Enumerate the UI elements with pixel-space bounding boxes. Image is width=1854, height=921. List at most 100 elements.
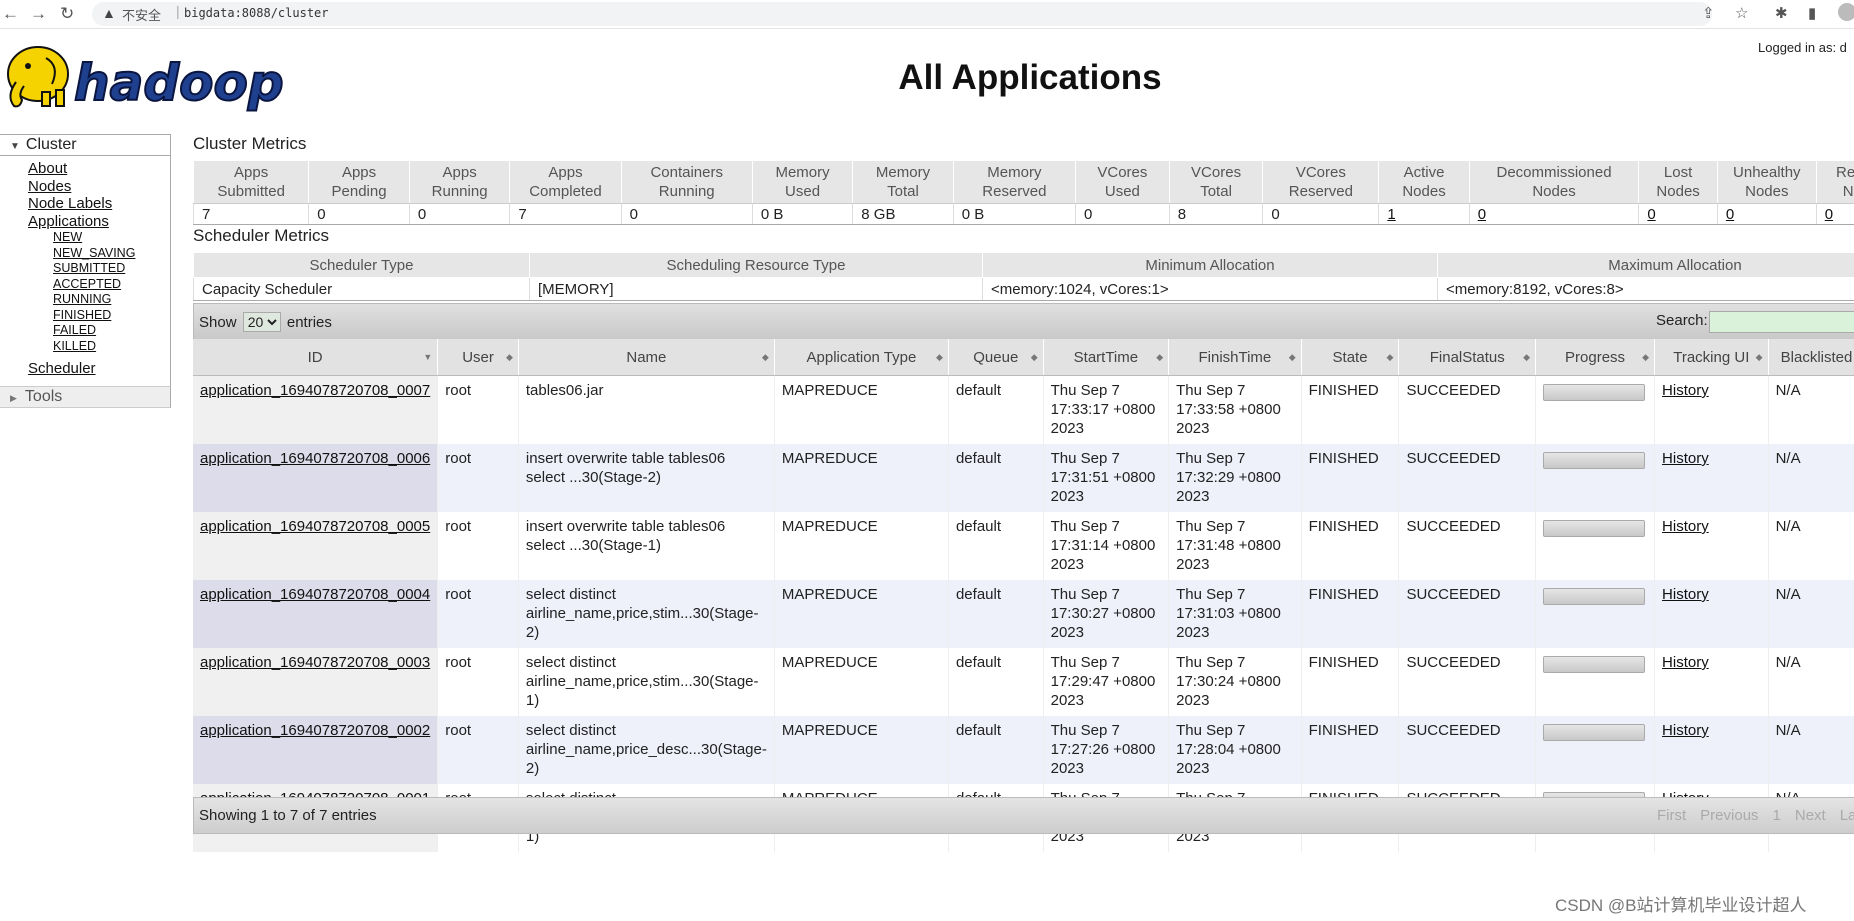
resource-type-value: [MEMORY]	[529, 277, 983, 301]
cluster-label: Cluster	[25, 136, 77, 153]
col-scheduling-resource-type: Scheduling Resource Type	[529, 252, 983, 278]
metric-link[interactable]: 0	[1478, 206, 1486, 223]
star-icon[interactable]: ☆	[1735, 4, 1748, 22]
application-id-link[interactable]: application_1694078720708_0002	[200, 722, 430, 739]
sort-icon[interactable]: ▼	[423, 352, 432, 362]
share-icon[interactable]: ⇪	[1702, 4, 1715, 22]
sidebar-cluster-header[interactable]: ▼ Cluster	[0, 134, 171, 156]
sidebar-tools-header[interactable]: ▶ Tools	[0, 385, 171, 408]
entries-length-control: Show 20 entries	[199, 312, 332, 332]
cell-state: FINISHED	[1301, 375, 1400, 444]
col-blacklisted-nodes[interactable]: Blacklisted Nodes	[1768, 339, 1854, 376]
cell-progress	[1535, 648, 1656, 716]
metric-header-line1: Apps	[442, 164, 477, 181]
state-link-accepted[interactable]: ACCEPTED	[53, 277, 170, 293]
page-first[interactable]: First	[1657, 807, 1686, 824]
state-link-killed[interactable]: KILLED	[53, 339, 170, 355]
sidebar-item-scheduler[interactable]: Scheduler	[28, 360, 170, 380]
state-link-finished[interactable]: FINISHED	[53, 308, 170, 324]
profile-icon[interactable]	[1838, 3, 1854, 21]
col-state[interactable]: State ◆	[1301, 339, 1400, 376]
show-label: Show	[199, 314, 237, 331]
metric-link[interactable]: 0	[1726, 206, 1734, 223]
sort-icon[interactable]: ◆	[1523, 352, 1530, 363]
address-bar[interactable]	[92, 2, 1712, 26]
page-last[interactable]: La	[1840, 807, 1854, 824]
sort-icon[interactable]: ◆	[1031, 352, 1038, 363]
col-progress[interactable]: Progress ◆	[1535, 339, 1656, 376]
cell-id: application_1694078720708_0004	[193, 580, 439, 648]
history-link[interactable]: History	[1662, 722, 1709, 739]
col-queue[interactable]: Queue ◆	[948, 339, 1044, 376]
sidepanel-icon[interactable]: ▮	[1808, 4, 1816, 22]
history-link[interactable]: History	[1662, 518, 1709, 535]
cell-id: application_1694078720708_0006	[193, 444, 439, 512]
application-id-link[interactable]: application_1694078720708_0005	[200, 518, 430, 535]
sort-icon[interactable]: ◆	[1756, 352, 1763, 363]
history-link[interactable]: History	[1662, 654, 1709, 671]
sort-icon[interactable]: ◆	[506, 352, 513, 363]
col-final-status[interactable]: FinalStatus ◆	[1398, 339, 1537, 376]
sort-icon[interactable]: ◆	[1642, 352, 1649, 363]
metric-header-line1: Apps	[548, 164, 583, 181]
sort-icon[interactable]: ◆	[762, 352, 769, 363]
col-finish-time[interactable]: FinishTime ◆	[1168, 339, 1302, 376]
extensions-icon[interactable]: ✱	[1775, 4, 1788, 22]
state-link-running[interactable]: RUNNING	[53, 292, 170, 308]
sidebar-item-about[interactable]: About	[28, 160, 170, 178]
page-title: All Applications	[898, 58, 1162, 97]
cell-type: MAPREDUCE	[774, 375, 949, 444]
entries-select[interactable]: 20	[242, 312, 281, 332]
cell-queue: default	[948, 580, 1044, 648]
col-start-time[interactable]: StartTime ◆	[1043, 339, 1170, 376]
application-id-link[interactable]: application_1694078720708_0007	[200, 382, 430, 399]
page-1[interactable]: 1	[1773, 807, 1781, 824]
cell-final: SUCCEEDED	[1398, 716, 1537, 784]
metric-header: Decommissioned Nodes	[1468, 160, 1640, 204]
forward-icon[interactable]: →	[30, 4, 47, 24]
col-name[interactable]: Name ◆	[518, 339, 775, 376]
application-id-link[interactable]: application_1694078720708_0004	[200, 586, 430, 603]
column-label: Name	[626, 348, 667, 366]
sort-icon[interactable]: ◆	[1156, 352, 1163, 363]
table-row: application_1694078720708_0002 root select…	[193, 716, 1854, 784]
sidebar-item-applications[interactable]: Applications	[28, 213, 170, 231]
history-link[interactable]: History	[1662, 382, 1709, 399]
col-id[interactable]: ID ▼	[193, 339, 439, 376]
col-tracking-ui[interactable]: Tracking UI ◆	[1654, 339, 1769, 376]
search-input[interactable]	[1709, 311, 1854, 333]
cell-blacklisted: N/A	[1768, 444, 1854, 512]
history-link[interactable]: History	[1662, 450, 1709, 467]
metric-link[interactable]: 1	[1387, 206, 1395, 223]
expand-triangle-icon: ▶	[10, 392, 17, 403]
warning-icon[interactable]: ▲	[102, 5, 116, 21]
sort-icon[interactable]: ◆	[936, 352, 943, 363]
sidebar-item-nodes[interactable]: Nodes	[28, 178, 170, 196]
reload-icon[interactable]: ↻	[60, 4, 74, 24]
state-link-new[interactable]: NEW	[53, 230, 170, 246]
page-previous[interactable]: Previous	[1700, 807, 1758, 824]
metric-header-line2: Running	[431, 183, 488, 200]
history-link[interactable]: History	[1662, 586, 1709, 603]
col-user[interactable]: User ◆	[437, 339, 519, 376]
back-icon[interactable]: ←	[2, 4, 19, 24]
sort-icon[interactable]: ◆	[1289, 352, 1296, 363]
state-link-submitted[interactable]: SUBMITTED	[53, 261, 170, 277]
sort-icon[interactable]: ◆	[1387, 352, 1394, 363]
metric-link[interactable]: 0	[1647, 206, 1655, 223]
col-app-type[interactable]: Application Type ◆	[774, 339, 949, 376]
application-id-link[interactable]: application_1694078720708_0006	[200, 450, 430, 467]
cell-user: root	[437, 716, 519, 784]
security-label[interactable]: 不安全	[122, 5, 161, 24]
sidebar-item-node-labels[interactable]: Node Labels	[28, 195, 170, 213]
url-text[interactable]: bigdata:8088/cluster	[184, 6, 329, 20]
cell-tracking: History	[1654, 375, 1769, 444]
state-link-failed[interactable]: FAILED	[53, 323, 170, 339]
column-label: User	[462, 348, 494, 366]
cell-type: MAPREDUCE	[774, 580, 949, 648]
state-link-new-saving[interactable]: NEW_SAVING	[53, 246, 170, 262]
application-id-link[interactable]: application_1694078720708_0003	[200, 654, 430, 671]
col-maximum-allocation: Maximum Allocation	[1437, 252, 1854, 278]
metric-link[interactable]: 0	[1825, 206, 1833, 223]
page-next[interactable]: Next	[1795, 807, 1826, 824]
